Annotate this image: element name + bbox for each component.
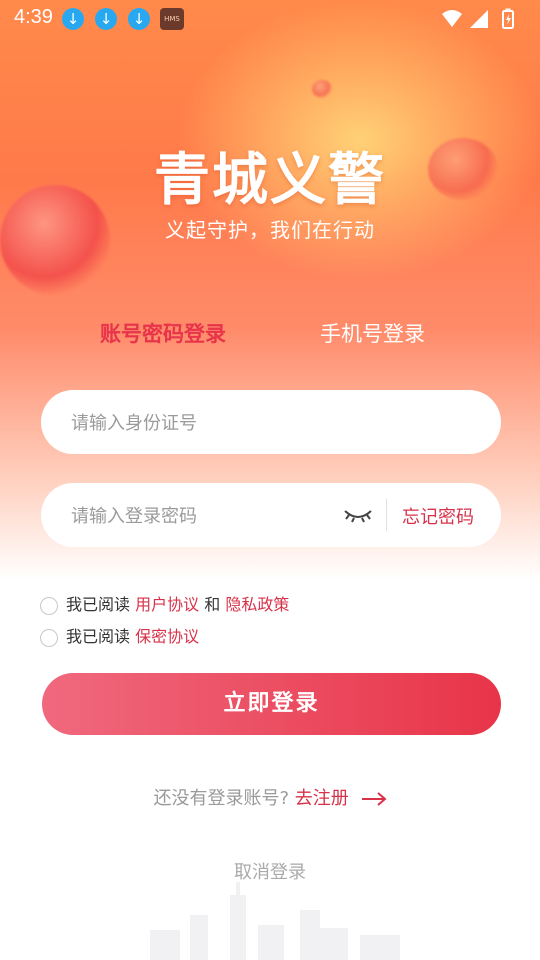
agreement-row-1: 我已阅读 用户协议 和 隐私政策 [40, 591, 289, 615]
agreement-prefix: 我已阅读 [66, 595, 131, 614]
signal-icon [470, 10, 488, 28]
confidentiality-agreement-link[interactable]: 保密协议 [135, 627, 199, 646]
slogan: 义起守护，我们在行动 [165, 218, 375, 242]
status-bar: 4:39 ↓ ↓ ↓ HMS [0, 0, 540, 36]
status-time: 4:39 [14, 6, 53, 28]
download-icon: ↓ [62, 8, 84, 30]
forgot-password-link[interactable]: 忘记密码 [402, 503, 474, 529]
register-row: 还没有登录账号? 去注册 [0, 784, 540, 810]
hms-icon: HMS [160, 8, 184, 30]
agreement-prefix: 我已阅读 [66, 627, 131, 646]
tab-account-password[interactable]: 账号密码登录 [100, 318, 226, 348]
decorative-heart [312, 80, 332, 98]
tab-phone-login[interactable]: 手机号登录 [320, 318, 425, 348]
password-input[interactable] [69, 483, 333, 549]
register-link[interactable]: 去注册 [295, 788, 349, 809]
city-skyline-illustration [150, 882, 400, 960]
field-divider [386, 499, 387, 531]
agreement-and: 和 [204, 595, 221, 614]
no-account-text: 还没有登录账号? [153, 788, 290, 809]
arrow-right-icon[interactable] [361, 792, 387, 806]
wifi-icon [442, 10, 462, 27]
agreement-row-2: 我已阅读 保密协议 [40, 623, 199, 647]
app-logo: 青城义警 [154, 148, 386, 213]
login-button[interactable]: 立即登录 [42, 673, 501, 735]
password-field[interactable]: 忘记密码 [41, 483, 501, 549]
system-status-icons [442, 8, 514, 29]
download-icon: ↓ [95, 8, 117, 30]
eye-closed-icon[interactable] [343, 503, 373, 527]
agreement-checkbox-1[interactable] [40, 596, 58, 615]
user-agreement-link[interactable]: 用户协议 [135, 595, 199, 614]
download-icon: ↓ [128, 8, 150, 30]
agreement-checkbox-2[interactable] [40, 628, 58, 647]
id-number-input[interactable] [69, 390, 333, 456]
id-number-field[interactable] [41, 390, 501, 456]
privacy-policy-link[interactable]: 隐私政策 [225, 595, 289, 614]
